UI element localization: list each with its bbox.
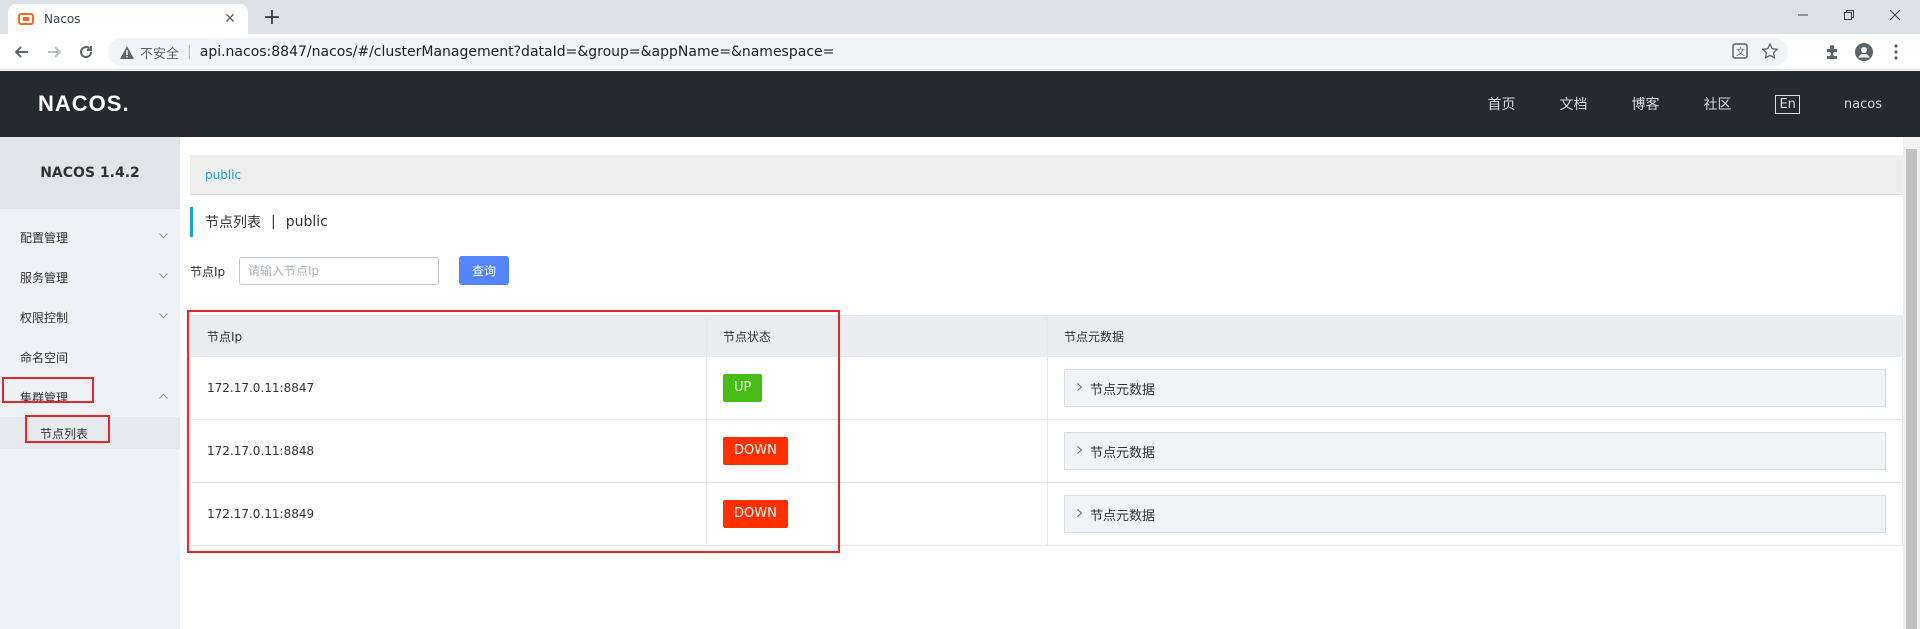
annotation-box-table <box>187 310 840 553</box>
chevron-right-icon <box>1077 382 1083 394</box>
close-window-icon[interactable] <box>1872 0 1918 30</box>
nacos-logo[interactable]: NACOS. <box>38 91 130 117</box>
chevron-right-icon <box>1077 445 1083 457</box>
search-label: 节点Ip <box>190 265 226 279</box>
security-label: 不安全 <box>140 46 180 62</box>
metadata-label: 节点元数据 <box>1090 508 1156 524</box>
metadata-expander[interactable]: 节点元数据 <box>1064 369 1886 407</box>
restore-icon[interactable] <box>1826 0 1872 30</box>
metadata-label: 节点元数据 <box>1090 382 1156 398</box>
annotation-box-node-list <box>25 415 110 443</box>
sidebar-item-service[interactable]: 服务管理 <box>0 257 180 297</box>
page-title-separator: | <box>271 214 276 230</box>
sidebar-item-config[interactable]: 配置管理 <box>0 217 180 257</box>
metadata-cell: 节点元数据 <box>1048 357 1902 419</box>
nav-community[interactable]: 社区 <box>1703 94 1731 114</box>
tab-close-icon[interactable]: ✕ <box>222 11 238 27</box>
column-header-metadata: 节点元数据 <box>1064 329 1125 344</box>
page-title: 节点列表 | public <box>190 207 328 237</box>
sidebar-item-auth[interactable]: 权限控制 <box>0 297 180 337</box>
extensions-icon[interactable] <box>1820 40 1844 64</box>
language-toggle[interactable]: En <box>1775 94 1800 114</box>
metadata-cell: 节点元数据 <box>1048 483 1902 545</box>
top-nav: 首页 文档 博客 社区 En nacos <box>1487 71 1920 137</box>
omnibox-divider: | <box>187 44 192 60</box>
sidebar-item-label: 配置管理 <box>20 230 69 245</box>
breadcrumb: public <box>190 155 1903 195</box>
new-tab-button[interactable]: + <box>258 5 286 33</box>
scrollbar-thumb[interactable] <box>1906 149 1917 629</box>
app-header: NACOS. 首页 文档 博客 社区 En nacos <box>0 71 1920 137</box>
annotation-box-cluster <box>2 377 94 403</box>
bookmark-star-icon[interactable] <box>1761 42 1779 63</box>
reload-icon[interactable] <box>74 40 98 64</box>
tab-title: Nacos <box>44 12 81 26</box>
chevron-down-icon <box>159 311 168 322</box>
metadata-cell: 节点元数据 <box>1048 420 1902 482</box>
metadata-expander[interactable]: 节点元数据 <box>1064 495 1886 533</box>
warning-icon <box>120 45 134 59</box>
metadata-expander[interactable]: 节点元数据 <box>1064 432 1886 470</box>
page-title-namespace: public <box>285 214 328 230</box>
browser-toolbar: 不安全 | api.nacos:8847/nacos/#/clusterMana… <box>0 34 1920 70</box>
page-title-text: 节点列表 <box>205 215 261 231</box>
menu-kebab-icon[interactable] <box>1884 40 1908 64</box>
user-name[interactable]: nacos <box>1844 97 1882 112</box>
back-icon[interactable] <box>10 40 34 64</box>
sidebar-title: NACOS 1.4.2 <box>0 137 180 209</box>
browser-tabstrip: Nacos ✕ + <box>0 0 1920 34</box>
nav-home[interactable]: 首页 <box>1487 94 1515 114</box>
chevron-down-icon <box>159 231 168 242</box>
profile-avatar-icon[interactable] <box>1852 40 1876 64</box>
nav-blog[interactable]: 博客 <box>1631 94 1659 114</box>
page-scrollbar[interactable] <box>1903 137 1920 629</box>
omnibox-icons: 文 <box>1732 42 1779 63</box>
node-ip-search-input[interactable] <box>239 257 439 285</box>
nacos-favicon-icon <box>18 11 34 27</box>
chevron-up-icon <box>159 391 168 402</box>
url-text: api.nacos:8847/nacos/#/clusterManagement… <box>199 44 835 60</box>
nav-docs[interactable]: 文档 <box>1559 94 1587 114</box>
svg-text:文: 文 <box>1736 46 1745 58</box>
metadata-label: 节点元数据 <box>1090 445 1156 461</box>
sidebar-item-label: 权限控制 <box>20 310 69 325</box>
sidebar-item-label: 命名空间 <box>20 350 69 365</box>
sidebar-item-label: 服务管理 <box>20 270 69 285</box>
address-bar[interactable]: 不安全 | api.nacos:8847/nacos/#/clusterMana… <box>108 38 1788 66</box>
breadcrumb-namespace[interactable]: public <box>205 168 241 182</box>
browser-tab[interactable]: Nacos ✕ <box>8 4 248 34</box>
minimize-icon[interactable] <box>1780 0 1826 30</box>
forward-icon[interactable] <box>42 40 66 64</box>
query-button[interactable]: 查询 <box>459 256 509 285</box>
translate-icon[interactable]: 文 <box>1732 43 1748 63</box>
sidebar-item-namespace[interactable]: 命名空间 <box>0 337 180 377</box>
chevron-right-icon <box>1077 508 1083 520</box>
chevron-down-icon <box>159 271 168 282</box>
